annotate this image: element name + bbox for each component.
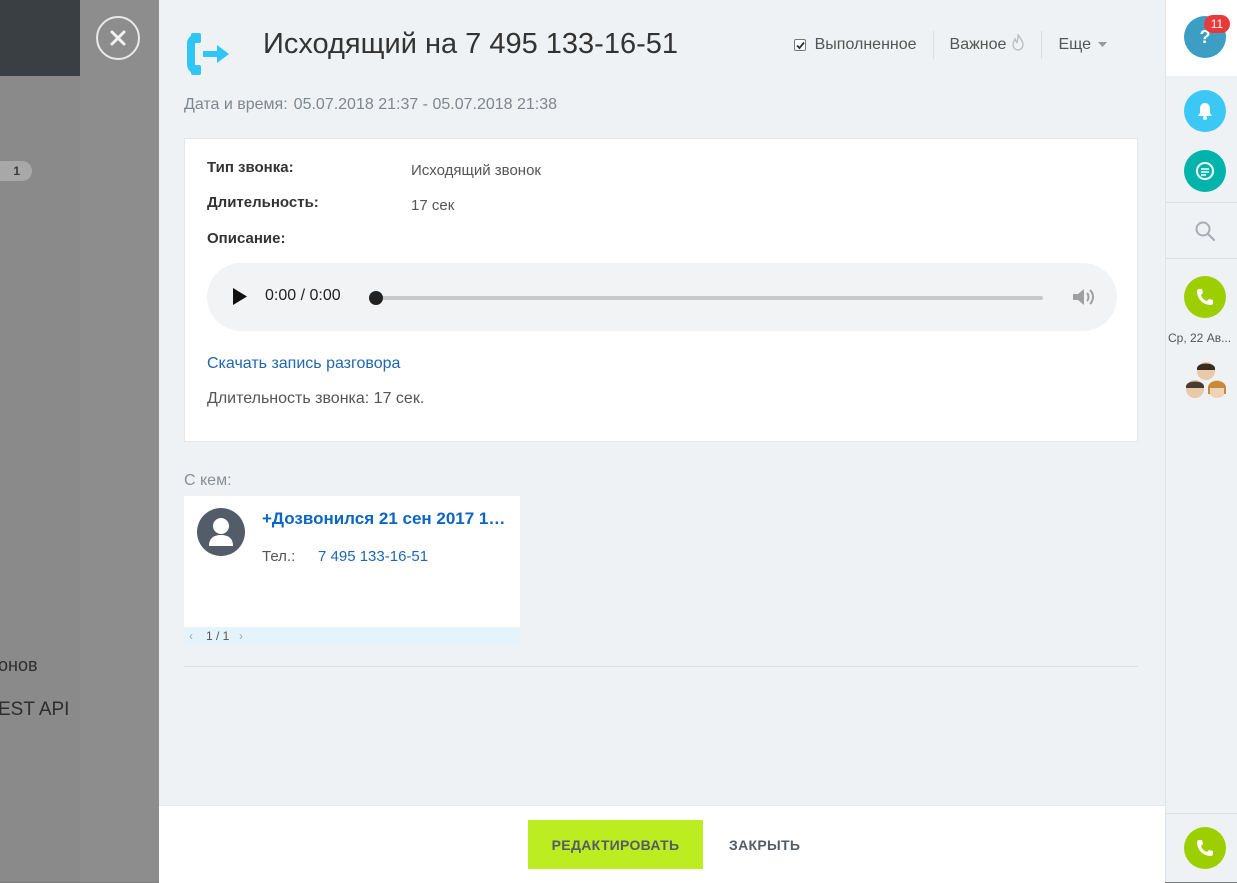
datetime-label: Дата и время: xyxy=(184,96,288,113)
audio-progress-track[interactable] xyxy=(375,296,1043,300)
important-label: Важное xyxy=(949,36,1007,53)
fire-icon xyxy=(1012,33,1025,51)
download-recording-link[interactable]: Скачать запись разговора xyxy=(207,355,400,373)
audio-time: 0:00 / 0:00 xyxy=(265,287,341,304)
sidebar-divider xyxy=(1166,258,1237,259)
call-type-value: Исходящий звонок xyxy=(411,162,541,179)
chat-icon xyxy=(1196,162,1214,180)
activity-panel: Исходящий на 7 495 133-16-51 Выполненное… xyxy=(159,0,1165,883)
description-label: Описание: xyxy=(207,230,286,247)
right-sidebar: ? 11 Ср, 22 Ав... xyxy=(1165,0,1237,882)
slider-overlay-strip xyxy=(80,0,159,882)
audio-progress-knob[interactable] xyxy=(369,291,383,305)
chevron-right-icon[interactable]: › xyxy=(239,629,243,643)
audio-player: 0:00 / 0:00 xyxy=(207,263,1117,331)
tel-value-link[interactable]: 7 495 133-16-51 xyxy=(318,548,428,565)
page-title: Исходящий на 7 495 133-16-51 xyxy=(263,28,678,60)
search-icon[interactable] xyxy=(1193,219,1217,243)
with-whom-label: С кем: xyxy=(184,472,232,489)
edit-button[interactable]: РЕДАКТИРОВАТЬ xyxy=(528,820,703,869)
avatar xyxy=(197,508,245,556)
bell-icon xyxy=(1198,103,1212,120)
panel-footer: РЕДАКТИРОВАТЬ ЗАКРЫТЬ xyxy=(159,805,1165,883)
phone-icon xyxy=(1197,289,1213,305)
section-divider xyxy=(184,666,1138,667)
volume-icon[interactable] xyxy=(1071,286,1097,308)
close-icon xyxy=(110,30,126,46)
recent-call-button[interactable] xyxy=(1184,276,1226,318)
chevron-down-icon xyxy=(1098,42,1107,47)
completed-toggle[interactable]: Выполненное xyxy=(793,31,933,59)
phone-icon xyxy=(1197,840,1213,856)
more-menu[interactable]: Еще xyxy=(1041,31,1123,59)
datetime-value: 05.07.2018 21:37 - 05.07.2018 21:38 xyxy=(293,96,558,113)
contact-card: +Дозвонился 21 сен 2017 18:43 Тел.: 7 49… xyxy=(184,496,520,646)
call-details-card: Тип звонка: Исходящий звонок Длительност… xyxy=(184,138,1138,442)
notifications-button[interactable] xyxy=(1184,90,1226,132)
background-topbar xyxy=(0,0,80,76)
datetime-line: Дата и время: 05.07.2018 21:37 - 05.07.20… xyxy=(184,96,557,114)
play-icon[interactable] xyxy=(233,288,247,305)
contact-name-link[interactable]: +Дозвонился 21 сен 2017 18:43 xyxy=(262,509,512,529)
make-call-button[interactable] xyxy=(1184,827,1226,869)
outgoing-call-icon xyxy=(187,33,229,75)
background-counter-badge: 1 xyxy=(0,161,32,181)
group-avatar-icon[interactable] xyxy=(1184,360,1228,404)
close-button[interactable]: ЗАКРЫТЬ xyxy=(723,820,806,869)
background-page: 1 онов EST API xyxy=(0,0,80,882)
chat-button[interactable] xyxy=(1184,150,1226,192)
duration-label: Длительность: xyxy=(207,194,319,211)
recent-date-label: Ср, 22 Ав... xyxy=(1168,331,1232,345)
contact-pager: ‹ 1 / 1 › xyxy=(184,627,520,646)
important-toggle[interactable]: Важное xyxy=(932,31,1042,59)
background-menu-text-api: EST API xyxy=(0,699,70,720)
check-icon xyxy=(795,41,805,50)
sidebar-divider xyxy=(1166,202,1237,203)
sidebar-divider xyxy=(1166,813,1237,814)
more-label: Еще xyxy=(1058,36,1091,53)
user-icon xyxy=(209,518,233,546)
chevron-left-icon[interactable]: ‹ xyxy=(189,629,193,643)
header-actions: Выполненное Важное Еще xyxy=(793,30,1123,60)
close-slider-button[interactable] xyxy=(96,16,140,60)
completed-label: Выполненное xyxy=(814,36,917,53)
duration-value: 17 сек xyxy=(411,197,455,214)
call-type-label: Тип звонка: xyxy=(207,159,294,176)
completed-checkbox[interactable] xyxy=(793,39,806,51)
help-badge: 11 xyxy=(1204,15,1230,33)
background-menu-text: онов xyxy=(0,655,38,675)
call-duration-note: Длительность звонка: 17 сек. xyxy=(207,390,425,407)
pager-count: 1 / 1 xyxy=(206,629,230,643)
tel-label: Тел.: xyxy=(262,548,296,565)
